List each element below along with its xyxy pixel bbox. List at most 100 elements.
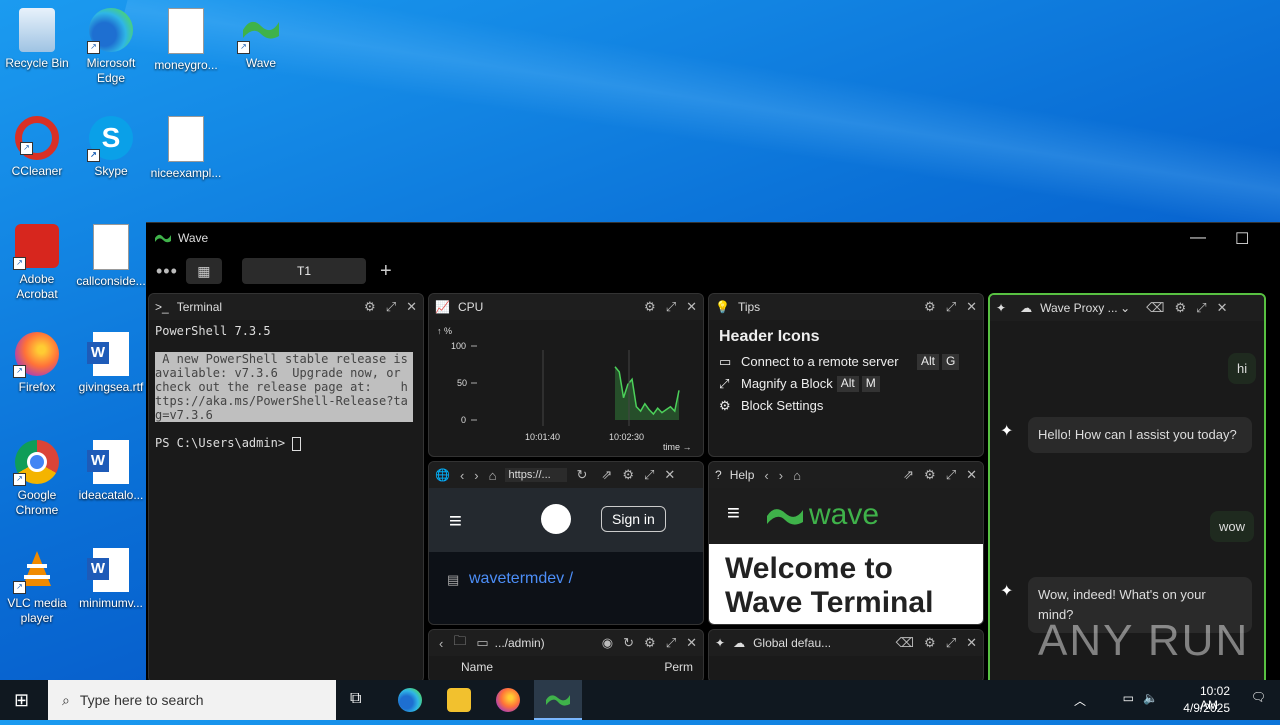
- close-icon[interactable]: ✕: [966, 467, 977, 483]
- task-view-icon[interactable]: ⧉: [350, 690, 361, 708]
- wave-taskbar-button[interactable]: [534, 680, 582, 720]
- wave-brand-text: wave: [809, 498, 880, 531]
- minimize-button[interactable]: —: [1190, 229, 1206, 247]
- magnify-icon[interactable]: ⤢: [946, 635, 956, 651]
- settings-gear-icon[interactable]: ⚙: [622, 467, 634, 483]
- magnify-icon[interactable]: ⤢: [666, 635, 676, 651]
- desktop-icon-wave[interactable]: ↗ Wave: [225, 8, 297, 71]
- terminal-output[interactable]: PowerShell 7.3.5 A new PowerShell stable…: [149, 320, 423, 455]
- repo-link[interactable]: wavetermdev /: [469, 570, 573, 588]
- terminal-block[interactable]: >_ Terminal ⚙ ⤢ ✕ PowerShell 7.3.5 A new…: [148, 293, 424, 683]
- chevron-up-icon[interactable]: ︿: [1074, 692, 1086, 709]
- clear-icon[interactable]: ⌫: [896, 635, 914, 651]
- maximize-button[interactable]: ☐: [1235, 229, 1249, 249]
- desktop-icon-chrome[interactable]: ↗ Google Chrome: [1, 440, 73, 518]
- desktop-icon-label: Microsoft Edge: [86, 56, 136, 85]
- magnify-icon[interactable]: ⤢: [644, 467, 654, 483]
- desktop-icon-recycle-bin[interactable]: Recycle Bin: [1, 8, 73, 71]
- reload-icon[interactable]: ↻: [623, 635, 634, 651]
- desktop-icon-callconside[interactable]: callconside...: [75, 224, 147, 289]
- url-field[interactable]: https://...: [504, 468, 567, 482]
- back-icon[interactable]: ‹: [460, 468, 464, 483]
- close-icon[interactable]: ✕: [664, 467, 675, 483]
- settings-gear-icon[interactable]: ⚙: [924, 635, 936, 651]
- ai-small-title[interactable]: Global defau...: [753, 636, 886, 650]
- reload-icon[interactable]: ↻: [577, 467, 588, 483]
- start-button[interactable]: ⊞: [14, 690, 29, 711]
- desktop-icon-minimumv[interactable]: W minimumv...: [75, 548, 147, 611]
- column-header-perm[interactable]: Perm: [664, 660, 693, 674]
- terminal-header: >_ Terminal ⚙ ⤢ ✕: [149, 294, 423, 320]
- desktop-icon-skype[interactable]: S ↗ Skype: [75, 116, 147, 179]
- help-icon: ?: [715, 468, 722, 482]
- files-path[interactable]: .../admin): [495, 636, 592, 650]
- home-icon[interactable]: ⌂: [489, 468, 497, 483]
- desktop-icon-acrobat[interactable]: ↗ Adobe Acrobat: [1, 224, 73, 302]
- tab-t1[interactable]: T1: [242, 258, 366, 284]
- github-icon[interactable]: [541, 504, 571, 534]
- close-icon[interactable]: ✕: [686, 299, 697, 315]
- firefox-taskbar-icon[interactable]: [496, 688, 520, 712]
- window-titlebar[interactable]: Wave — ☐: [146, 223, 1280, 253]
- settings-gear-icon[interactable]: ⚙: [644, 635, 656, 651]
- back-icon[interactable]: ‹: [764, 468, 768, 483]
- settings-gear-icon[interactable]: ⚙: [1175, 300, 1187, 316]
- settings-gear-icon[interactable]: ⚙: [924, 299, 936, 315]
- column-header-name[interactable]: Name: [461, 660, 664, 674]
- desktop-icon-edge[interactable]: ↗ Microsoft Edge: [75, 8, 147, 86]
- settings-gear-icon[interactable]: ⚙: [364, 299, 376, 315]
- desktop-icon-moneygro[interactable]: moneygro...: [150, 8, 222, 73]
- cpu-block[interactable]: 📈 CPU ⚙ ⤢ ✕ ↑ % 100 50 0 10:01:40 10:02:…: [428, 293, 704, 457]
- volume-icon[interactable]: 🔈: [1143, 691, 1158, 705]
- hamburger-menu-icon[interactable]: ≡: [727, 500, 740, 526]
- notification-icon[interactable]: 🗨: [1251, 690, 1266, 704]
- tips-block[interactable]: 💡 Tips ⚙ ⤢ ✕ Header Icons ▭ Connect to a…: [708, 293, 984, 457]
- clear-icon[interactable]: ⌫: [1146, 300, 1164, 316]
- app-menu-button[interactable]: •••: [156, 261, 178, 282]
- settings-gear-icon[interactable]: ⚙: [924, 467, 936, 483]
- close-icon[interactable]: ✕: [1217, 300, 1228, 316]
- magnify-icon[interactable]: ⤢: [386, 299, 396, 315]
- edge-taskbar-icon[interactable]: [398, 688, 422, 712]
- network-icon[interactable]: ▭: [1123, 691, 1134, 705]
- magnify-icon[interactable]: ⤢: [946, 467, 956, 483]
- back-icon[interactable]: ‹: [439, 636, 443, 651]
- magnify-icon[interactable]: ⤢: [1196, 300, 1206, 316]
- close-icon[interactable]: ✕: [686, 635, 697, 651]
- home-icon[interactable]: ⌂: [793, 468, 801, 483]
- close-icon[interactable]: ✕: [966, 635, 977, 651]
- close-icon[interactable]: ✕: [966, 299, 977, 315]
- magnify-icon[interactable]: ⤢: [666, 299, 676, 315]
- clock-date[interactable]: 4/9/2025: [1183, 701, 1230, 715]
- web-block[interactable]: 🌐 ‹ › ⌂ https://... ↻ ⇗ ⚙ ⤢ ✕ ≡ Sign in …: [428, 461, 704, 625]
- search-box[interactable]: ⌕ Type here to search: [48, 680, 336, 720]
- add-tab-button[interactable]: +: [380, 260, 392, 283]
- ai-model-selector[interactable]: Wave Proxy ...: [1040, 301, 1120, 315]
- external-link-icon[interactable]: ⇗: [601, 467, 612, 483]
- help-block[interactable]: ? Help ‹ › ⌂ ⇗ ⚙ ⤢ ✕ ≡ wave Welcome to W…: [708, 461, 984, 625]
- desktop-icon-niceexampl[interactable]: niceexampl...: [150, 116, 222, 181]
- skype-icon: S ↗: [87, 116, 133, 162]
- magnify-icon[interactable]: ⤢: [946, 299, 956, 315]
- close-icon[interactable]: ✕: [406, 299, 417, 315]
- settings-gear-icon[interactable]: ⚙: [644, 299, 656, 315]
- word-doc-icon: W: [87, 548, 129, 592]
- desktop-icon-ccleaner[interactable]: ↗ CCleaner: [1, 116, 73, 179]
- files-header: ‹ 🗀 ▭ .../admin) ◉ ↻ ⚙ ⤢ ✕: [429, 630, 703, 656]
- forward-icon[interactable]: ›: [474, 468, 478, 483]
- file-explorer-icon[interactable]: [447, 688, 471, 712]
- files-block[interactable]: ‹ 🗀 ▭ .../admin) ◉ ↻ ⚙ ⤢ ✕ Name Perm: [428, 629, 704, 683]
- sign-in-button[interactable]: Sign in: [601, 506, 666, 532]
- desktop-icon-firefox[interactable]: ↗ Firefox: [1, 332, 73, 395]
- eye-icon[interactable]: ◉: [602, 635, 613, 651]
- desktop-icon-ideacatalo[interactable]: W ideacatalo...: [75, 440, 147, 503]
- hamburger-menu-icon[interactable]: ≡: [449, 508, 462, 534]
- workspace-switcher-icon[interactable]: ▦: [185, 258, 222, 284]
- ai-small-block[interactable]: ✦ ☁ Global defau... ⌫ ⚙ ⤢ ✕: [708, 629, 984, 683]
- external-link-icon[interactable]: ⇗: [903, 467, 914, 483]
- desktop-icon-vlc[interactable]: ↗ VLC media player: [1, 548, 73, 626]
- desktop-icon-givingsea[interactable]: W givingsea.rtf: [75, 332, 147, 395]
- help-welcome-heading: Welcome to Wave Terminal: [725, 552, 934, 619]
- forward-icon[interactable]: ›: [779, 468, 783, 483]
- chevron-down-icon[interactable]: ⌄: [1120, 301, 1130, 315]
